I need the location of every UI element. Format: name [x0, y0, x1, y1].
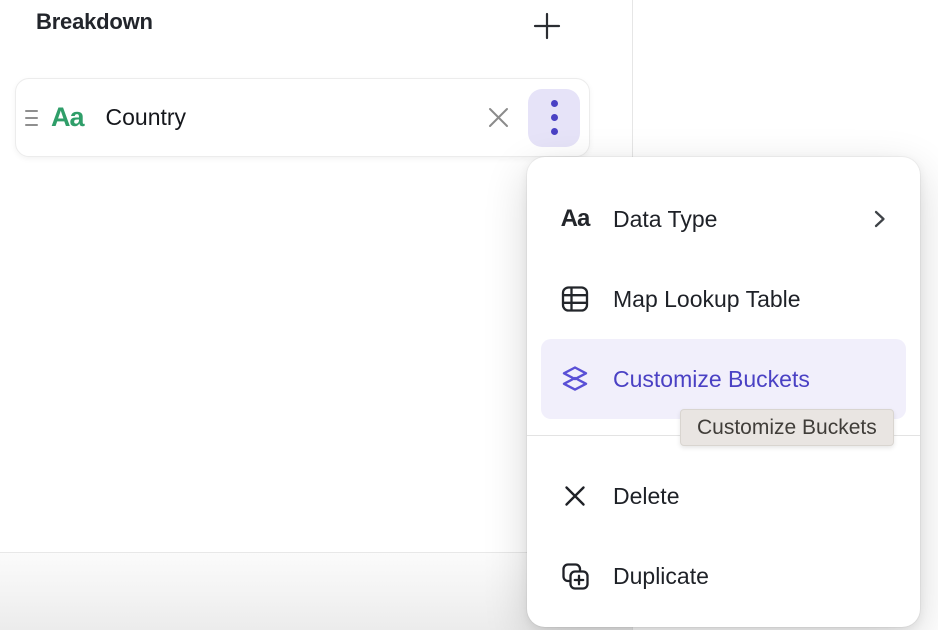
plus-icon	[532, 11, 562, 41]
chevron-right-icon	[868, 207, 890, 231]
menu-item-delete[interactable]: Delete	[527, 456, 920, 536]
menu-item-label: Map Lookup Table	[613, 286, 801, 313]
page-title: Breakdown	[36, 9, 153, 35]
menu-item-map-lookup-table[interactable]: Map Lookup Table	[527, 259, 920, 339]
menu-item-duplicate[interactable]: Duplicate	[527, 536, 920, 616]
remove-field-button[interactable]	[482, 102, 514, 134]
menu-item-label: Delete	[613, 483, 679, 510]
menu-item-label: Duplicate	[613, 563, 709, 590]
breakdown-panel-screen: Breakdown Aa Country Aa Data Type	[0, 0, 938, 630]
menu-item-customize-buckets[interactable]: Customize Buckets	[541, 339, 906, 419]
menu-item-label: Data Type	[613, 206, 717, 233]
table-icon	[561, 285, 589, 313]
copy-plus-icon	[561, 562, 590, 591]
close-icon	[485, 104, 512, 131]
menu-item-data-type[interactable]: Aa Data Type	[527, 179, 920, 259]
breakdown-field-card[interactable]: Aa Country	[15, 78, 590, 157]
text-type-icon: Aa	[51, 102, 84, 133]
customize-buckets-tooltip: Customize Buckets	[680, 409, 894, 446]
field-label: Country	[106, 104, 187, 131]
text-type-icon: Aa	[561, 205, 590, 233]
menu-item-label: Customize Buckets	[613, 366, 810, 393]
field-options-button[interactable]	[528, 89, 580, 147]
layers-icon	[560, 364, 590, 394]
add-breakdown-button[interactable]	[529, 8, 565, 44]
drag-handle-icon[interactable]	[25, 110, 38, 126]
kebab-menu-icon	[551, 100, 558, 107]
field-options-menu: Aa Data Type Map Lookup Table	[527, 157, 920, 627]
x-icon	[562, 483, 588, 509]
